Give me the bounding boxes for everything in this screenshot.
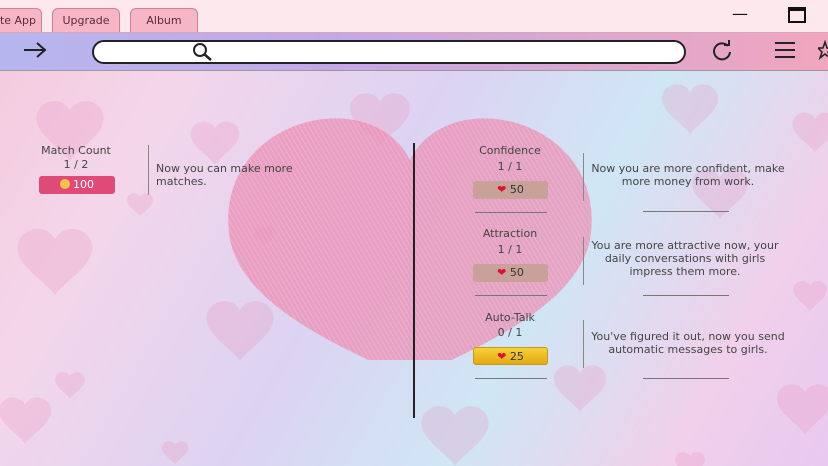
buy-attraction-button[interactable]: ❤ 50 (473, 264, 548, 282)
buy-match-count-button[interactable]: 100 (39, 176, 115, 194)
heart-icon: ❤ (497, 350, 507, 363)
menu-icon[interactable] (774, 40, 796, 64)
arrow-right-icon[interactable] (22, 40, 48, 64)
upgrade-title: Auto-Talk (485, 311, 535, 324)
upgrade-title: Match Count (41, 144, 111, 157)
minimize-icon[interactable]: — (732, 4, 748, 23)
underline (643, 295, 729, 296)
tab-bar: te App Upgrade Album — (0, 0, 828, 33)
heart-icon: ❤ (497, 266, 507, 279)
upgrade-description: You are more attractive now, your daily … (591, 239, 779, 278)
upgrade-level: 1 / 2 (63, 158, 89, 171)
maximize-icon (788, 7, 806, 23)
browser-toolbar (0, 33, 828, 71)
upgrade-level: 1 / 1 (497, 243, 523, 256)
coin-icon (60, 179, 70, 189)
separator (583, 320, 584, 368)
upgrade-description: Now you are more confident, make more mo… (591, 162, 785, 188)
search-icon[interactable] (192, 42, 214, 66)
separator (583, 153, 584, 201)
upgrade-description: You've figured it out, now you send auto… (591, 330, 785, 356)
buy-confidence-button[interactable]: ❤ 50 (473, 181, 548, 199)
heart-icon: ❤ (497, 183, 507, 196)
refresh-icon[interactable] (710, 40, 734, 66)
maximize-icon[interactable] (788, 7, 806, 27)
underline (643, 211, 729, 212)
underline (475, 295, 547, 296)
star-icon[interactable] (816, 39, 828, 64)
underline (643, 378, 729, 379)
upgrade-description: Now you can make more matches. (156, 162, 293, 188)
underline (475, 378, 547, 379)
separator (583, 237, 584, 285)
tab-upgrade[interactable]: Upgrade (52, 8, 120, 32)
upgrade-title: Confidence (479, 144, 541, 157)
buy-auto-talk-button[interactable]: ❤ 25 (473, 347, 548, 365)
upgrade-title: Attraction (482, 227, 538, 240)
tab-date-app[interactable]: te App (0, 8, 42, 32)
underline (475, 212, 547, 213)
column-divider (413, 143, 415, 418)
upgrade-level: 0 / 1 (497, 326, 523, 339)
tab-album[interactable]: Album (130, 8, 198, 32)
address-bar[interactable] (92, 40, 686, 64)
separator (148, 145, 149, 195)
upgrade-level: 1 / 1 (497, 160, 523, 173)
